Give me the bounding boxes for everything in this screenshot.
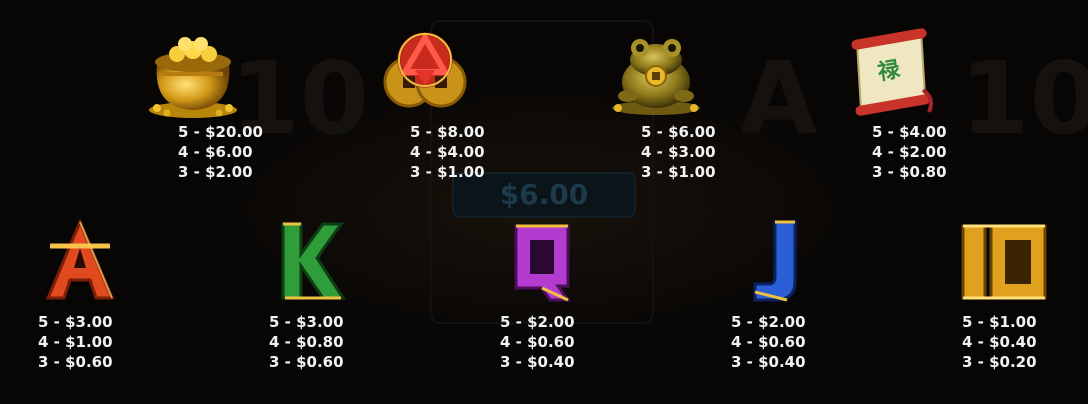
paytable-entry-ace: 5 - $3.00 4 - $1.00 3 - $0.60 [0, 212, 160, 371]
scroll-icon: 禄 [851, 28, 933, 116]
payout-four: 4 - $2.00 [872, 143, 947, 161]
payout-four: 4 - $0.60 [731, 333, 806, 351]
payout-three: 3 - $2.00 [178, 163, 253, 181]
coins-knot-icon [383, 32, 467, 108]
payout-list: 5 - $3.00 4 - $1.00 3 - $0.60 [38, 312, 158, 372]
payout-three: 3 - $0.40 [500, 353, 575, 371]
payout-five: 5 - $2.00 [731, 313, 806, 331]
payout-list: 5 - $1.00 4 - $0.40 3 - $0.20 [962, 312, 1082, 372]
payout-three: 3 - $0.40 [731, 353, 806, 371]
payout-five: 5 - $20.00 [178, 123, 263, 141]
payout-five: 5 - $3.00 [38, 313, 113, 331]
payout-list: 5 - $2.00 4 - $0.60 3 - $0.40 [500, 312, 620, 372]
paytable-entry-queen: 5 - $2.00 4 - $0.60 3 - $0.40 [462, 212, 622, 371]
payout-list: 5 - $3.00 4 - $0.80 3 - $0.60 [269, 312, 389, 372]
payout-four: 4 - $4.00 [410, 143, 485, 161]
gold-pot-icon [149, 37, 237, 118]
payout-three: 3 - $0.60 [269, 353, 344, 371]
paytable-entry-toad: 5 - $6.00 4 - $3.00 3 - $1.00 [576, 10, 736, 181]
paytable-entry-king: 5 - $3.00 4 - $0.80 3 - $0.60 [231, 212, 391, 371]
payout-four: 4 - $1.00 [38, 333, 113, 351]
paytable-entry-jack: 5 - $2.00 4 - $0.60 3 - $0.40 [693, 212, 853, 371]
payout-three: 3 - $0.20 [962, 353, 1037, 371]
jack-letter-icon [753, 220, 797, 302]
payout-list: 5 - $2.00 4 - $0.60 3 - $0.40 [731, 312, 851, 372]
payout-five: 5 - $8.00 [410, 123, 485, 141]
payout-five: 5 - $2.00 [500, 313, 575, 331]
payout-four: 4 - $0.60 [500, 333, 575, 351]
paytable-entry-gold-pot: 5 - $20.00 4 - $6.00 3 - $2.00 [113, 10, 273, 181]
payout-list: 5 - $4.00 4 - $2.00 3 - $0.80 [872, 122, 992, 182]
payout-three: 3 - $1.00 [410, 163, 485, 181]
money-toad-icon [612, 39, 700, 115]
ten-letter-icon [961, 224, 1047, 300]
payout-five: 5 - $1.00 [962, 313, 1037, 331]
payout-list: 5 - $8.00 4 - $4.00 3 - $1.00 [410, 122, 530, 182]
paytable-entry-ten: 5 - $1.00 4 - $0.40 3 - $0.20 [924, 212, 1084, 371]
paytable-entry-scroll: 禄 5 - $4.00 4 - $2.00 3 - $0.80 [807, 10, 967, 181]
payout-five: 5 - $4.00 [872, 123, 947, 141]
paytable-panel: 10 A 10 $6.00 5 - $20.00 4 - $6.00 3 - $… [0, 0, 1088, 404]
queen-letter-icon [514, 224, 571, 302]
payout-five: 5 - $3.00 [269, 313, 344, 331]
payout-five: 5 - $6.00 [641, 123, 716, 141]
payout-three: 3 - $0.80 [872, 163, 947, 181]
payout-four: 4 - $0.80 [269, 333, 344, 351]
payout-four: 4 - $0.40 [962, 333, 1037, 351]
paytable-entry-coins: 5 - $8.00 4 - $4.00 3 - $1.00 [345, 10, 505, 181]
payout-list: 5 - $6.00 4 - $3.00 3 - $1.00 [641, 122, 761, 182]
payout-three: 3 - $1.00 [641, 163, 716, 181]
payout-list: 5 - $20.00 4 - $6.00 3 - $2.00 [178, 122, 298, 182]
payout-three: 3 - $0.60 [38, 353, 113, 371]
payout-four: 4 - $6.00 [178, 143, 253, 161]
payout-four: 4 - $3.00 [641, 143, 716, 161]
ace-letter-icon [45, 218, 115, 300]
king-letter-icon [281, 222, 346, 300]
